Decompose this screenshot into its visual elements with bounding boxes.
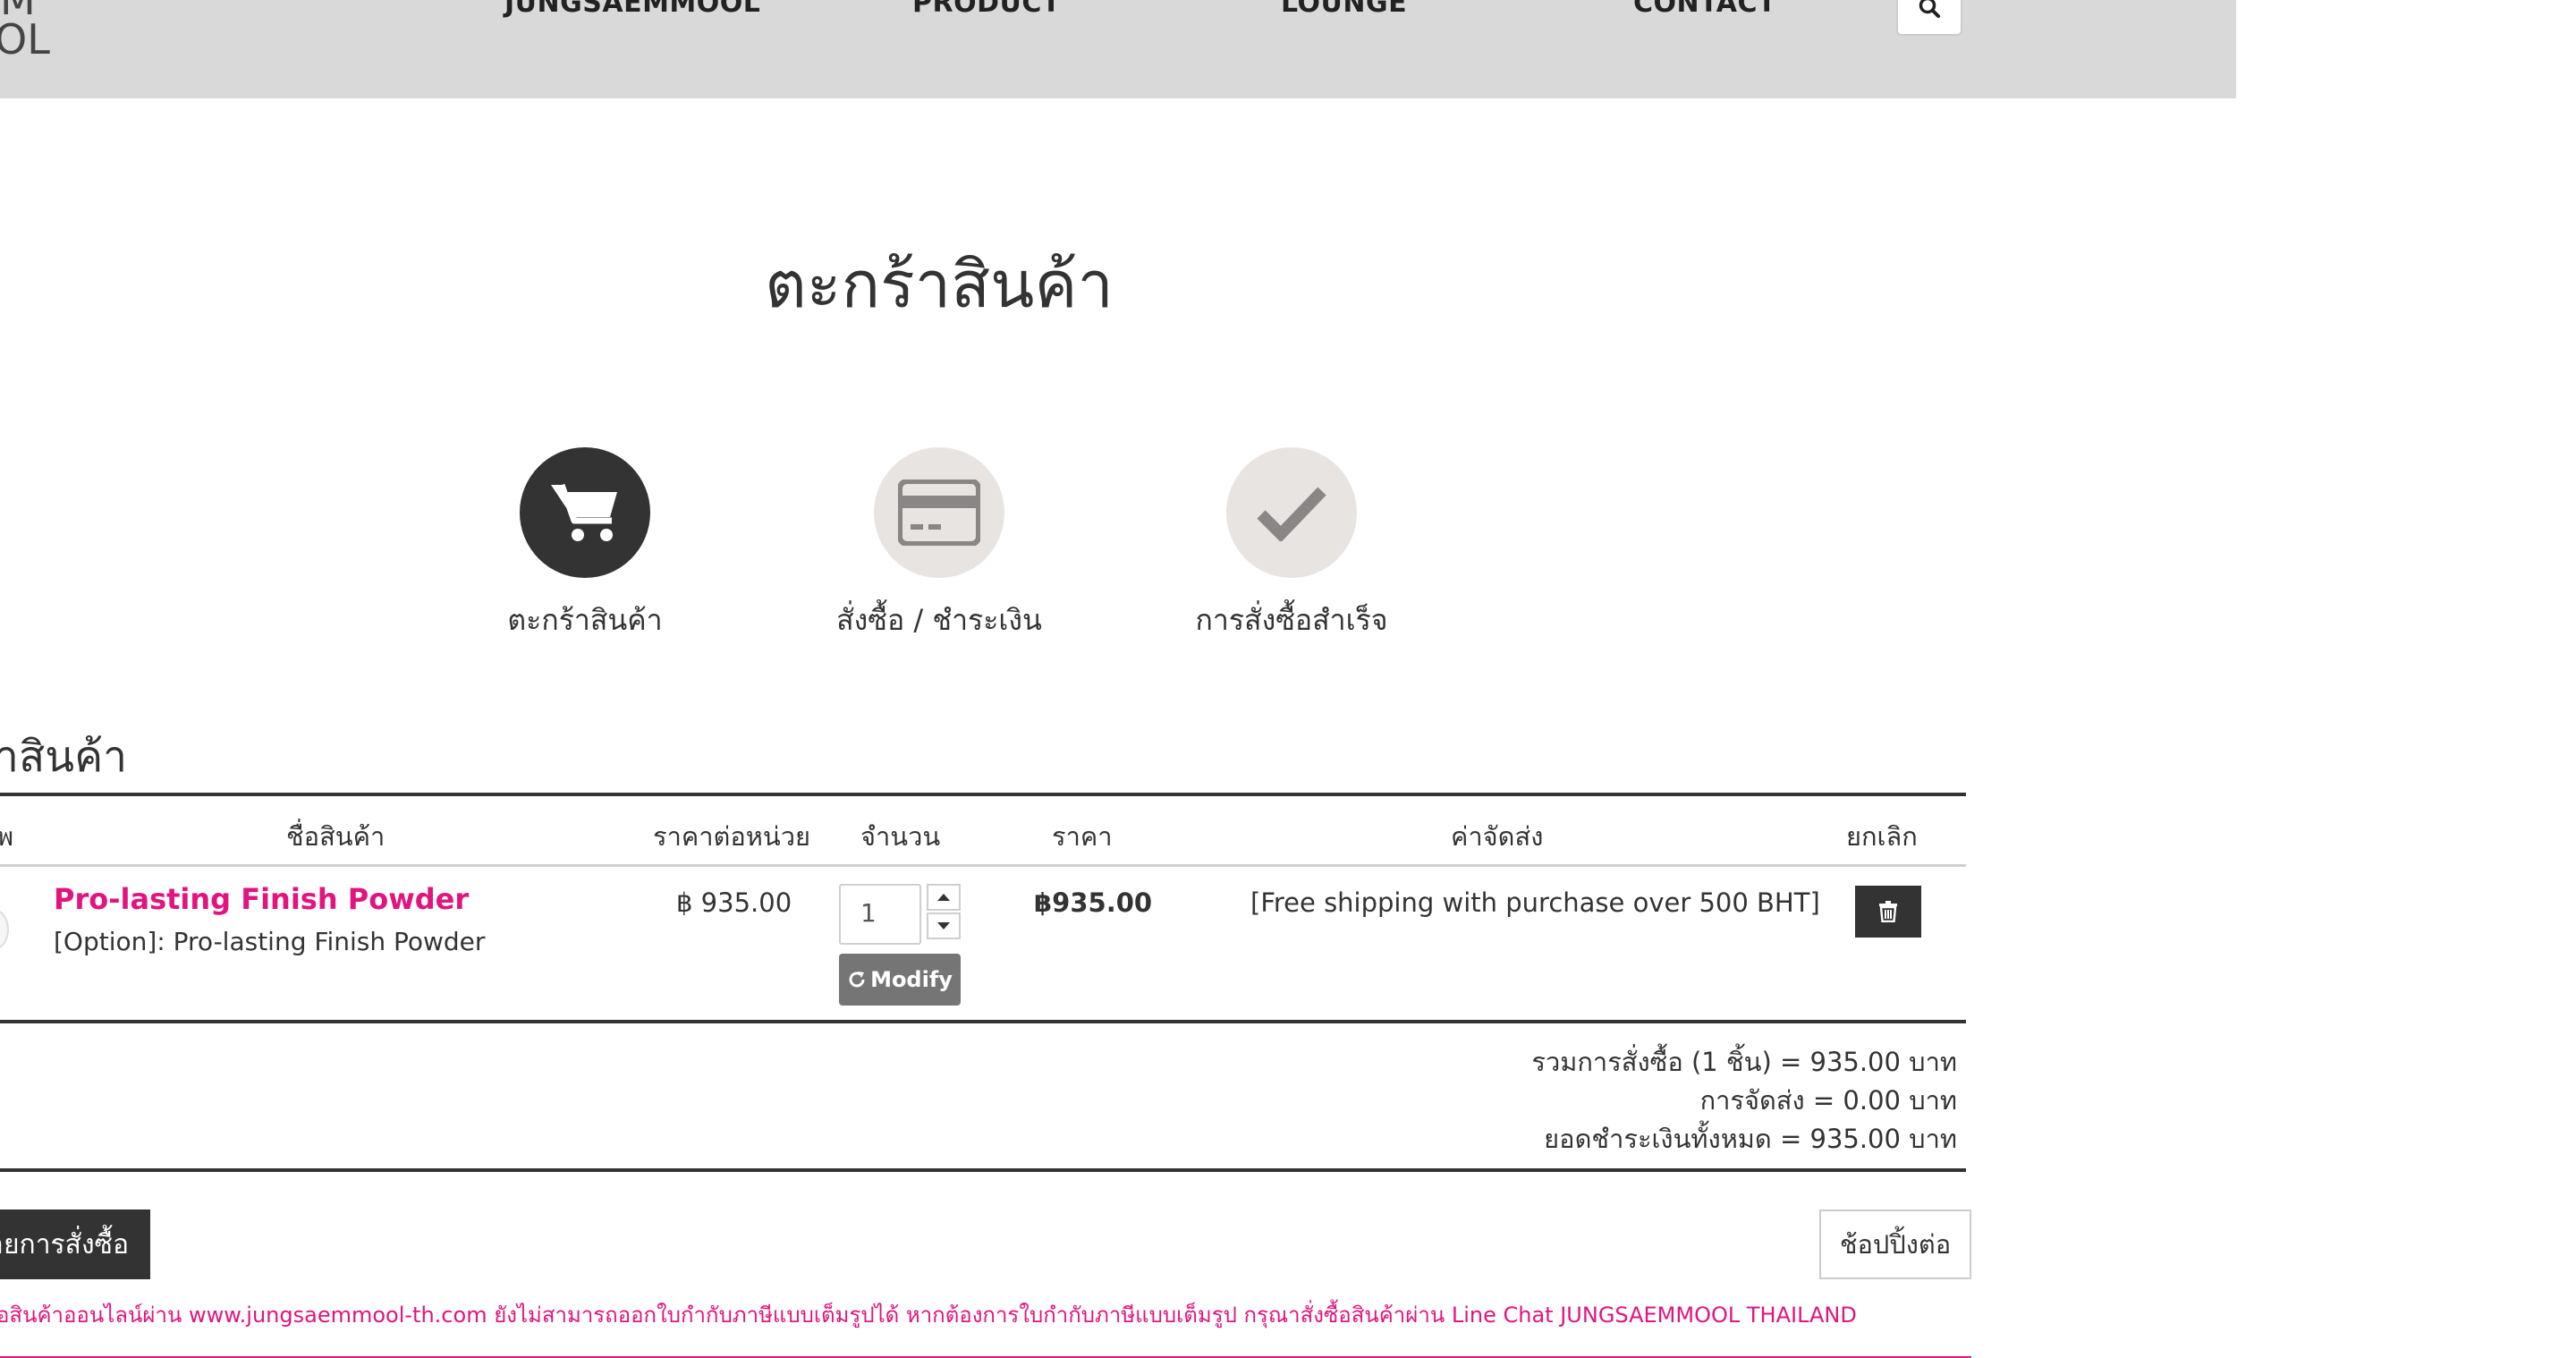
step-complete-circle: [1226, 447, 1357, 578]
step-checkout: สั่งซื้อ / ชำระเงิน: [796, 447, 1082, 643]
page-title: ตะกร้าสินค้า: [765, 247, 1114, 322]
step-checkout-label: สั่งซื้อ / ชำระเงิน: [836, 603, 1042, 637]
th-price: ราคา: [1052, 821, 1113, 852]
delete-item-button[interactable]: [1855, 886, 1921, 938]
credit-card-icon: [898, 480, 980, 546]
th-quantity: จำนวน: [860, 821, 941, 852]
quantity-up-button[interactable]: [927, 884, 961, 911]
modify-button[interactable]: Modify: [839, 954, 961, 1006]
nav-lounge[interactable]: LOUNGE: [1281, 0, 1407, 19]
step-cart-label: ตะกร้าสินค้า: [507, 603, 663, 637]
modify-label: Modify: [870, 967, 953, 992]
search-button[interactable]: [1896, 0, 1962, 36]
logo-line-2: OL: [0, 15, 50, 64]
section-title: าสินค้า: [0, 732, 128, 782]
check-icon: [1257, 487, 1326, 541]
step-cart: ตะกร้าสินค้า: [442, 447, 728, 643]
step-complete: การสั่งซื้อสำเร็จ: [1148, 447, 1435, 643]
table-top-rule: [0, 793, 1966, 796]
step-complete-label: การสั่งซื้อสำเร็จ: [1195, 603, 1388, 637]
nav-jungsaemmool[interactable]: JUNGSAEMMOOL: [504, 0, 760, 19]
row-price: ฿935.00: [1034, 887, 1153, 918]
nav-contact[interactable]: CONTACT: [1633, 0, 1776, 19]
continue-shopping-button[interactable]: ช้อปปิ้งต่อ: [1819, 1209, 1971, 1279]
th-image: พ: [0, 821, 14, 852]
th-cancel: ยกเลิก: [1846, 821, 1918, 852]
caret-down-icon: [937, 922, 950, 929]
summary-total: ยอดชำระเงินทั้งหมด = 935.00 บาท: [1544, 1124, 1957, 1154]
summary-shipping: การจัดส่ง = 0.00 บาท: [1699, 1085, 1957, 1116]
nav-product[interactable]: PRODUCT: [912, 0, 1061, 19]
th-product-name: ชื่อสินค้า: [286, 821, 386, 852]
row-shipping: [Free shipping with purchase over 500 BH…: [1250, 887, 1820, 918]
site-header: M OL JUNGSAEMMOOL PRODUCT LOUNGE CONTACT: [0, 0, 2236, 98]
cart-icon: [551, 483, 617, 541]
tax-invoice-notice: อสินค้าออนไลน์ผ่าน www.jungsaemmool-th.c…: [0, 1303, 1857, 1328]
summary-subtotal: รวมการสั่งซื้อ (1 ชิ้น) = 935.00 บาท: [1531, 1047, 1957, 1077]
unit-price: ฿ 935.00: [676, 887, 792, 918]
trash-icon: [1879, 901, 1897, 922]
th-unit-price: ราคาต่อหน่วย: [653, 821, 811, 852]
step-cart-circle: [520, 447, 650, 578]
quantity-input[interactable]: 1: [839, 884, 921, 945]
quantity-down-button[interactable]: [927, 912, 961, 939]
summary-bottom-rule: [0, 1168, 1966, 1172]
step-checkout-circle: [874, 447, 1004, 578]
site-logo[interactable]: M OL: [0, 0, 50, 64]
product-option: [Option]: Pro-lasting Finish Powder: [54, 927, 486, 956]
refresh-icon: [849, 972, 865, 988]
caret-up-icon: [937, 894, 950, 901]
table-header-rule: [0, 864, 1966, 867]
table-bottom-rule: [0, 1020, 1966, 1023]
th-shipping: ค่าจัดส่ง: [1451, 821, 1544, 852]
order-button[interactable]: ายการสั่งซื้อ: [0, 1209, 150, 1279]
search-icon: [1919, 0, 1940, 18]
product-name-link[interactable]: Pro-lasting Finish Powder: [54, 882, 469, 916]
product-thumbnail[interactable]: [0, 909, 9, 950]
